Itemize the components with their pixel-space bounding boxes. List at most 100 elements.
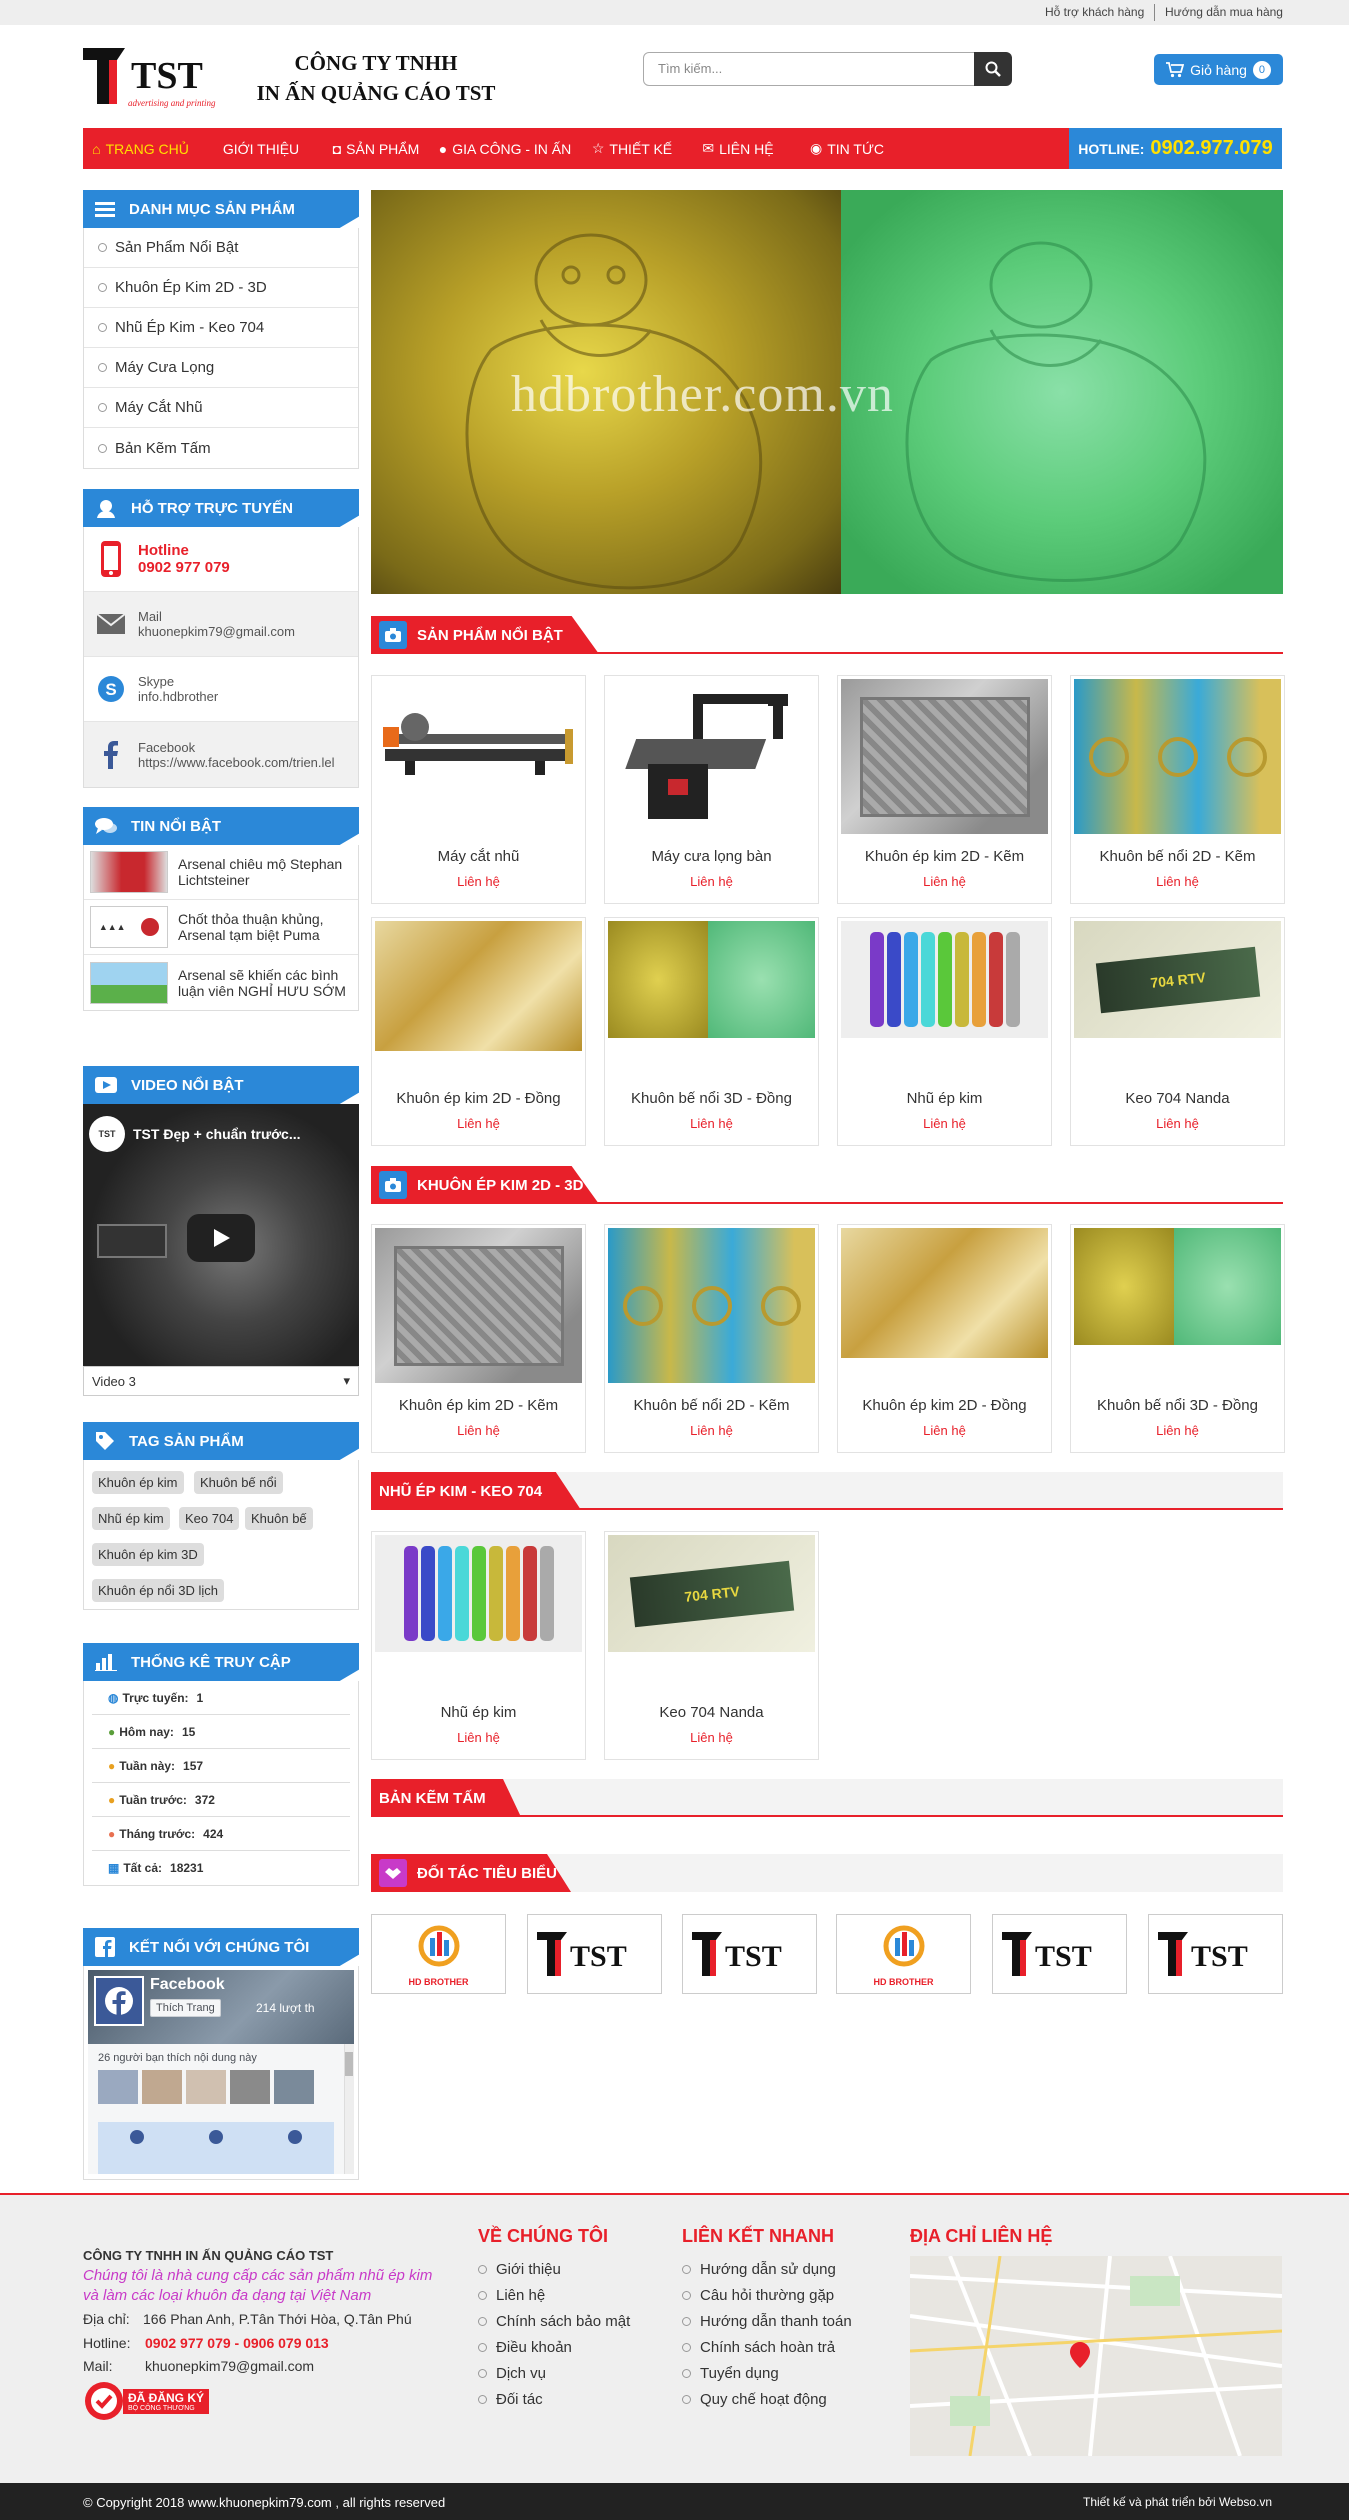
product-card[interactable]: Khuôn bế nổi 3D - Đồng Liên hệ [1070, 1224, 1285, 1453]
product-card[interactable]: 704 RTV Keo 704 Nanda Liên hệ [604, 1531, 819, 1760]
nav-printing[interactable]: ● GIA CÔNG - IN ẤN [428, 128, 582, 169]
product-image[interactable] [841, 1228, 1048, 1383]
search-input[interactable]: Tìm kiếm... [643, 52, 975, 86]
footer-link[interactable]: Dịch vụ [478, 2360, 630, 2386]
support-mail[interactable]: Mail khuonepkim79@gmail.com [84, 592, 358, 657]
product-image[interactable] [608, 921, 815, 1076]
nav-contact[interactable]: ✉ LIÊN HỆ [682, 128, 794, 169]
product-image[interactable] [608, 1228, 815, 1383]
partner-logo[interactable]: HD BROTHER [371, 1914, 506, 1994]
news-item[interactable]: ▲▲▲ Chốt thỏa thuận khủng, Arsenal tạm b… [84, 900, 358, 955]
product-card[interactable]: 704 RTV Keo 704 Nanda Liên hệ [1070, 917, 1285, 1146]
guide-link[interactable]: Hướng dẫn mua hàng [1165, 5, 1283, 19]
footer-link[interactable]: Giới thiệu [478, 2256, 630, 2282]
partner-logo[interactable]: HD BROTHER [836, 1914, 971, 1994]
product-name[interactable]: Khuôn ép kim 2D - Kẽm [372, 1397, 585, 1414]
product-image[interactable]: 704 RTV [1074, 921, 1281, 1076]
facebook-widget[interactable]: Facebook Thích Trang 214 lượt th 26 ngườ… [83, 1966, 359, 2180]
product-name[interactable]: Keo 704 Nanda [605, 1704, 818, 1721]
footer-link[interactable]: Hướng dẫn thanh toán [682, 2308, 852, 2334]
video-player[interactable]: TST TST Đẹp + chuẩn trước... [83, 1104, 359, 1366]
credit[interactable]: Thiết kế và phát triển bởi Webso.vn [1083, 2495, 1272, 2509]
product-name[interactable]: Khuôn ép kim 2D - Đồng [372, 1090, 585, 1107]
cart-button[interactable]: Giỏ hàng 0 [1154, 54, 1283, 85]
support-skype[interactable]: S Skype info.hdbrother [84, 657, 358, 722]
product-image[interactable] [841, 679, 1048, 834]
tag-item[interactable]: Khuôn bế nổi [194, 1471, 283, 1494]
product-name[interactable]: Nhũ ép kim [838, 1090, 1051, 1107]
product-card[interactable]: Nhũ ép kim Liên hệ [371, 1531, 586, 1760]
product-card[interactable]: Khuôn ép kim 2D - Đồng Liên hệ [837, 1224, 1052, 1453]
partner-logo[interactable]: TST [682, 1914, 817, 1994]
nav-news[interactable]: ◉ TIN TỨC [794, 128, 900, 169]
product-image[interactable] [1074, 679, 1281, 834]
nav-home[interactable]: ⌂ TRANG CHỦ [83, 128, 198, 169]
product-image[interactable] [608, 679, 815, 834]
footer-mail[interactable]: khuonepkim79@gmail.com [145, 2358, 314, 2374]
product-name[interactable]: Khuôn ép kim 2D - Kẽm [838, 848, 1051, 865]
footer-phone[interactable]: 0902 977 079 - 0906 079 013 [145, 2335, 329, 2351]
nav-design[interactable]: ☆ THIẾT KẾ [582, 128, 682, 169]
product-card[interactable]: Khuôn ép kim 2D - Kẽm Liên hệ [837, 675, 1052, 904]
product-image[interactable] [375, 1228, 582, 1383]
product-card[interactable]: Máy cưa lọng bàn Liên hệ [604, 675, 819, 904]
tag-item[interactable]: Khuôn ép kim 3D [92, 1543, 204, 1566]
footer-link[interactable]: Đối tác [478, 2386, 630, 2412]
product-name[interactable]: Khuôn bế nổi 3D - Đồng [1071, 1397, 1284, 1414]
product-name[interactable]: Máy cưa lọng bàn [605, 848, 818, 865]
news-item[interactable]: Arsenal sẽ khiến các bình luận viên NGHỈ… [84, 955, 358, 1010]
product-name[interactable]: Nhũ ép kim [372, 1704, 585, 1721]
partner-logo[interactable]: TST [527, 1914, 662, 1994]
footer-link[interactable]: Liên hệ [478, 2282, 630, 2308]
category-item[interactable]: Khuôn Ép Kim 2D - 3D [84, 268, 358, 308]
category-item[interactable]: Sản Phẩm Nổi Bật [84, 228, 358, 268]
tag-item[interactable]: Keo 704 [179, 1507, 240, 1530]
tag-item[interactable]: Nhũ ép kim [92, 1507, 170, 1530]
product-image[interactable] [841, 921, 1048, 1076]
product-card[interactable]: Khuôn bế nổi 2D - Kẽm Liên hệ [1070, 675, 1285, 904]
product-image[interactable] [1074, 1228, 1281, 1383]
product-card[interactable]: Khuôn ép kim 2D - Đồng Liên hệ [371, 917, 586, 1146]
footer-link[interactable]: Chính sách bảo mật [478, 2308, 630, 2334]
footer-map[interactable] [910, 2256, 1282, 2456]
product-name[interactable]: Khuôn bế nổi 3D - Đồng [605, 1090, 818, 1107]
banner-image[interactable]: hdbrother.com.vn [371, 190, 1283, 594]
product-card[interactable]: Nhũ ép kim Liên hệ [837, 917, 1052, 1146]
support-facebook[interactable]: Facebook https://www.facebook.com/trien.l… [84, 722, 358, 787]
nav-about[interactable]: GIỚI THIỆU [198, 128, 324, 169]
product-image[interactable]: 704 RTV [608, 1535, 815, 1690]
product-card[interactable]: Máy cắt nhũ Liên hệ [371, 675, 586, 904]
play-button[interactable] [187, 1214, 255, 1262]
tag-item[interactable]: Khuôn ép nổi 3D lịch [92, 1579, 224, 1602]
scrollbar[interactable] [344, 2044, 354, 2174]
product-name[interactable]: Khuôn bế nổi 2D - Kẽm [605, 1397, 818, 1414]
footer-link[interactable]: Điều khoản [478, 2334, 630, 2360]
partner-logo[interactable]: TST [1148, 1914, 1283, 1994]
footer-link[interactable]: Quy chế hoạt động [682, 2386, 852, 2412]
like-page-button[interactable]: Thích Trang [150, 1999, 221, 2017]
product-image[interactable] [375, 1535, 582, 1690]
product-name[interactable]: Keo 704 Nanda [1071, 1090, 1284, 1107]
footer-link[interactable]: Hướng dẫn sử dụng [682, 2256, 852, 2282]
partner-logo[interactable]: TST [992, 1914, 1127, 1994]
nav-products[interactable]: ◘ SẢN PHẨM [324, 128, 428, 169]
category-item[interactable]: Nhũ Ép Kim - Keo 704 [84, 308, 358, 348]
footer-link[interactable]: Câu hỏi thường gặp [682, 2282, 852, 2308]
registered-badge[interactable]: ĐÃ ĐĂNG KÝ BỘ CÔNG THƯƠNG [83, 2380, 223, 2422]
category-item[interactable]: Máy Cắt Nhũ [84, 388, 358, 428]
product-name[interactable]: Khuôn bế nổi 2D - Kẽm [1071, 848, 1284, 865]
search-button[interactable] [974, 52, 1012, 86]
product-image[interactable] [375, 679, 582, 834]
category-item[interactable]: Máy Cưa Lọng [84, 348, 358, 388]
product-name[interactable]: Máy cắt nhũ [372, 848, 585, 865]
hotline-box[interactable]: HOTLINE: 0902.977.079 [1069, 128, 1282, 169]
video-select[interactable]: Video 3 ▾ [83, 1366, 359, 1396]
footer-link[interactable]: Chính sách hoàn trả [682, 2334, 852, 2360]
tag-item[interactable]: Khuôn ép kim [92, 1471, 184, 1494]
category-item[interactable]: Bản Kẽm Tấm [84, 428, 358, 468]
product-image[interactable] [375, 921, 582, 1076]
tag-item[interactable]: Khuôn bế [245, 1507, 313, 1530]
footer-link[interactable]: Tuyển dụng [682, 2360, 852, 2386]
support-link[interactable]: Hỗ trợ khách hàng [1045, 5, 1144, 19]
product-card[interactable]: Khuôn bế nổi 2D - Kẽm Liên hệ [604, 1224, 819, 1453]
